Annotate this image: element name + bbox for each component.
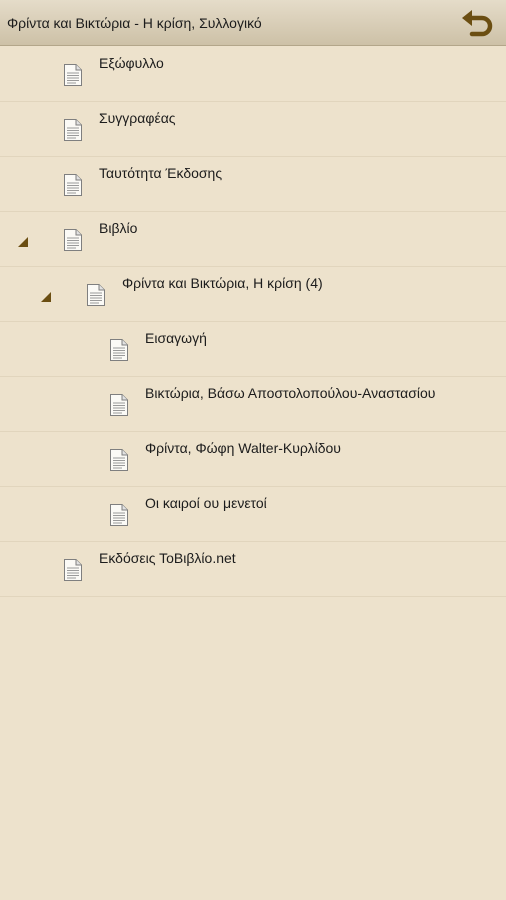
toc-item[interactable]: Εκδόσεις ΤοΒιβλίο.net	[0, 542, 506, 597]
toc-item-label: Συγγραφέας	[99, 110, 176, 126]
book-title: Φρίντα και Βικτώρια - Η κρίση, Συλλογικό	[7, 15, 262, 31]
document-icon	[63, 228, 83, 252]
action-bar: Φρίντα και Βικτώρια - Η κρίση, Συλλογικό	[0, 0, 506, 46]
document-icon	[109, 338, 129, 362]
back-arrow-icon	[462, 10, 493, 37]
table-of-contents: Εξώφυλλο Συγγραφέας Ταυτότητα Έκδοσης Βιβλί…	[0, 47, 506, 597]
document-icon	[109, 448, 129, 472]
toc-item[interactable]: Οι καιροί ου μενετοί	[0, 487, 506, 542]
toc-item[interactable]: Εξώφυλλο	[0, 47, 506, 102]
toc-item[interactable]: Ταυτότητα Έκδοσης	[0, 157, 506, 212]
toc-item-label: Οι καιροί ου μενετοί	[145, 495, 267, 511]
toc-item-label: Φρίντα, Φώφη Walter-Κυρλίδου	[145, 440, 341, 456]
back-button[interactable]	[458, 6, 496, 40]
toc-item[interactable]: Συγγραφέας	[0, 102, 506, 157]
toc-item[interactable]: Βικτώρια, Βάσω Αποστολοπούλου-Αναστασίου	[0, 377, 506, 432]
document-icon	[86, 283, 106, 307]
toc-item[interactable]: Εισαγωγή	[0, 322, 506, 377]
toc-item-label: Εισαγωγή	[145, 330, 207, 346]
toc-item-label: Εξώφυλλο	[99, 55, 164, 71]
toc-item[interactable]: Φρίντα, Φώφη Walter-Κυρλίδου	[0, 432, 506, 487]
toc-item-label: Βιβλίο	[99, 220, 138, 236]
toc-item-label: Ταυτότητα Έκδοσης	[99, 165, 223, 181]
document-icon	[63, 118, 83, 142]
expand-toggle-icon[interactable]	[41, 292, 51, 302]
toc-item-label: Φρίντα και Βικτώρια, Η κρίση (4)	[122, 275, 323, 291]
document-icon	[63, 173, 83, 197]
expand-toggle-icon[interactable]	[18, 237, 28, 247]
toc-item[interactable]: Φρίντα και Βικτώρια, Η κρίση (4)	[0, 267, 506, 322]
toc-item-label: Βικτώρια, Βάσω Αποστολοπούλου-Αναστασίου	[145, 385, 436, 401]
document-icon	[109, 393, 129, 417]
toc-item-label: Εκδόσεις ΤοΒιβλίο.net	[99, 550, 236, 566]
document-icon	[63, 63, 83, 87]
toc-item[interactable]: Βιβλίο	[0, 212, 506, 267]
document-icon	[63, 558, 83, 582]
document-icon	[109, 503, 129, 527]
